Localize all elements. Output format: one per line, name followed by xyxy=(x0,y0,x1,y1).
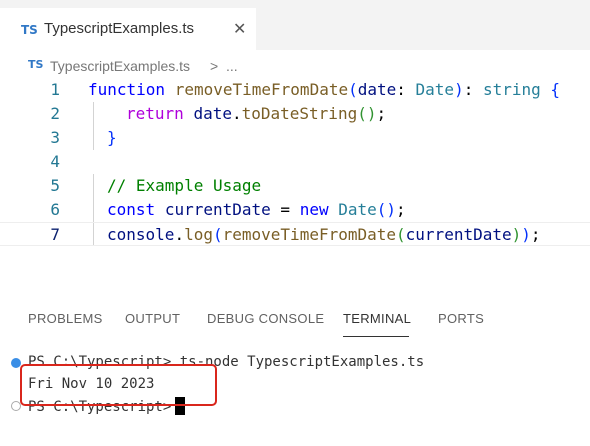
tab-output[interactable]: OUTPUT xyxy=(125,311,180,326)
code-line-3[interactable]: 3 } xyxy=(0,126,590,150)
tab-debug-console[interactable]: DEBUG CONSOLE xyxy=(207,311,324,326)
code-text: } xyxy=(107,128,117,147)
code-line-6[interactable]: 6 const currentDate = new Date(); xyxy=(0,198,590,222)
code-text: console.log(removeTimeFromDate(currentDa… xyxy=(107,225,541,244)
line-number: 2 xyxy=(50,104,60,123)
line-number: 3 xyxy=(50,128,60,147)
tab-problems[interactable]: PROBLEMS xyxy=(28,311,103,326)
typescript-file-icon: TS xyxy=(21,23,38,37)
code-text: const currentDate = new Date(); xyxy=(107,200,406,219)
breadcrumb-filename[interactable]: TypescriptExamples.ts xyxy=(50,58,190,74)
code-text: return date.toDateString(); xyxy=(126,104,387,123)
editor-tab-bar: TS TypescriptExamples.ts ✕ xyxy=(0,0,590,50)
line-number: 7 xyxy=(50,225,60,244)
line-number: 4 xyxy=(50,152,60,171)
close-icon[interactable]: ✕ xyxy=(233,19,246,38)
breadcrumb-ellipsis[interactable]: ... xyxy=(226,58,238,74)
code-editor[interactable]: 1 function removeTimeFromDate(date: Date… xyxy=(0,78,590,248)
code-line-5[interactable]: 5 // Example Usage xyxy=(0,174,590,198)
code-line-1[interactable]: 1 function removeTimeFromDate(date: Date… xyxy=(0,78,590,102)
code-comment: // Example Usage xyxy=(107,176,262,195)
typescript-file-icon: TS xyxy=(28,58,44,71)
tab-terminal[interactable]: TERMINAL xyxy=(343,311,411,326)
editor-tab-typescriptexamples[interactable]: TS TypescriptExamples.ts ✕ xyxy=(0,8,256,50)
tab-ports[interactable]: PORTS xyxy=(438,311,484,326)
code-text: function removeTimeFromDate(date: Date):… xyxy=(88,80,561,99)
line-number: 5 xyxy=(50,176,60,195)
code-line-7[interactable]: 7 console.log(removeTimeFromDate(current… xyxy=(0,222,590,246)
panel-tab-bar: PROBLEMS OUTPUT DEBUG CONSOLE TERMINAL P… xyxy=(0,296,590,340)
tab-filename: TypescriptExamples.ts xyxy=(44,20,195,37)
active-tab-indicator xyxy=(343,336,409,337)
line-number: 6 xyxy=(50,200,60,219)
chevron-right-icon: > xyxy=(210,58,219,74)
breadcrumb: TS TypescriptExamples.ts > ... xyxy=(0,54,590,78)
code-line-2[interactable]: 2 return date.toDateString(); xyxy=(0,102,590,126)
line-number: 1 xyxy=(50,80,60,99)
code-line-4[interactable]: 4 xyxy=(0,150,590,174)
highlight-annotation xyxy=(20,364,217,406)
